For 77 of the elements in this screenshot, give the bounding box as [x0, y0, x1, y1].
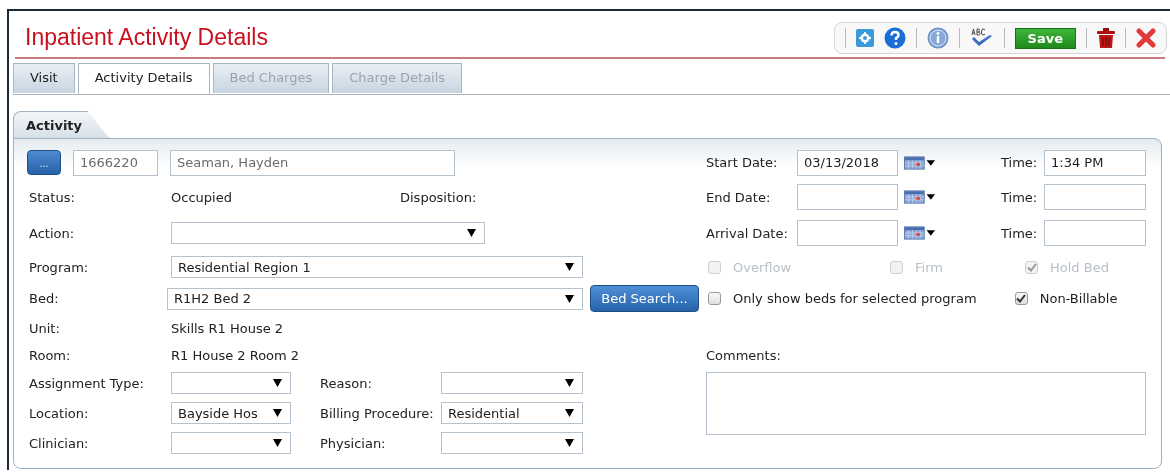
- field-label: Action:: [29, 225, 76, 241]
- field-label: Assignment Type:: [29, 375, 145, 391]
- spellcheck-icon[interactable]: [969, 27, 994, 49]
- bed-search-button[interactable]: Bed Search...: [590, 285, 699, 312]
- caret-icon: [273, 379, 282, 387]
- field-label: Disposition:: [400, 189, 477, 205]
- caret-icon: [565, 409, 574, 417]
- field-label: Physician:: [320, 435, 387, 451]
- field-label: Clinician:: [29, 435, 90, 451]
- caret-icon: [565, 263, 574, 271]
- checkbox-label: Only show beds for selected program: [733, 291, 977, 306]
- close-icon[interactable]: [1136, 28, 1156, 48]
- field-value: Occupied: [171, 189, 233, 205]
- field-value: Skills R1 House 2: [171, 321, 284, 336]
- tab[interactable]: Activity Details: [77, 63, 210, 94]
- lookup-button[interactable]: ...: [27, 150, 61, 175]
- checkbox-label: Hold Bed: [1050, 259, 1109, 275]
- tab[interactable]: Visit: [13, 63, 75, 93]
- checkbox-label: Non-Billable: [1039, 291, 1118, 306]
- field-label: Location:: [29, 405, 90, 421]
- calendar-icon[interactable]: [904, 155, 936, 170]
- calendar-icon[interactable]: [904, 190, 936, 204]
- info-icon[interactable]: [926, 27, 949, 49]
- caret-icon: [565, 439, 574, 447]
- field-label: Status:: [29, 189, 76, 205]
- dropdown[interactable]: [441, 372, 583, 394]
- dropdown[interactable]: [171, 432, 291, 454]
- time-field[interactable]: [1044, 220, 1146, 246]
- dropdown[interactable]: Bayside Hos: [171, 402, 291, 424]
- dropdown-value: Bayside Hos: [178, 405, 259, 421]
- dropdown-value: Residential: [448, 405, 521, 421]
- field-label: Unit:: [29, 321, 61, 336]
- field-label: Time:: [1001, 225, 1039, 241]
- date-field[interactable]: [797, 220, 898, 246]
- field-label: Program:: [29, 259, 90, 275]
- field-label: Time:: [1001, 189, 1039, 205]
- field-label: Billing Procedure:: [320, 405, 435, 421]
- caret-icon: [565, 379, 574, 387]
- dropdown[interactable]: Residential Region 1: [171, 256, 583, 278]
- field-label: Bed:: [29, 291, 60, 306]
- dropdown[interactable]: [441, 432, 583, 454]
- dropdown[interactable]: [171, 372, 291, 394]
- field-label: End Date:: [706, 189, 772, 205]
- help-icon[interactable]: [883, 27, 906, 49]
- dropdown[interactable]: Residential: [441, 402, 583, 424]
- field-label: Room:: [29, 348, 72, 363]
- calendar-icon[interactable]: [904, 226, 936, 240]
- field-value: R1 House 2 Room 2: [171, 348, 300, 363]
- dropdown[interactable]: [171, 222, 485, 244]
- caret-icon: [565, 294, 574, 303]
- checkbox[interactable]: [1014, 292, 1028, 305]
- input-field[interactable]: Seaman, Hayden: [170, 149, 455, 176]
- window-title: Inpatient Activity Details: [24, 24, 268, 52]
- date-field[interactable]: 03/13/2018: [797, 149, 898, 176]
- checkbox-label: Firm: [915, 259, 943, 275]
- dropdown[interactable]: R1H2 Bed 2: [167, 287, 583, 310]
- field-label: Arrival Date:: [706, 225, 789, 241]
- section-tab[interactable]: Activity: [13, 111, 109, 138]
- caret-icon: [273, 439, 282, 447]
- input-field[interactable]: 1666220: [73, 149, 158, 176]
- field-label: Comments:: [706, 348, 781, 363]
- time-field[interactable]: 1:34 PM: [1044, 149, 1146, 176]
- field-label: Time:: [1001, 155, 1039, 170]
- settings-icon[interactable]: [855, 29, 874, 47]
- date-field[interactable]: [797, 184, 898, 210]
- time-field[interactable]: [1044, 184, 1146, 210]
- field-label: Reason:: [320, 375, 373, 391]
- save-button[interactable]: Save: [1014, 27, 1076, 49]
- checkbox-label: Overflow: [733, 259, 792, 275]
- dropdown-value: Residential Region 1: [178, 259, 312, 275]
- trash-icon[interactable]: [1097, 28, 1115, 48]
- field-label: Start Date:: [706, 155, 779, 170]
- dropdown-value: R1H2 Bed 2: [174, 291, 253, 306]
- caret-icon: [467, 229, 476, 237]
- caret-icon: [273, 409, 282, 417]
- comments-field[interactable]: [706, 372, 1146, 435]
- checkbox[interactable]: [708, 292, 721, 305]
